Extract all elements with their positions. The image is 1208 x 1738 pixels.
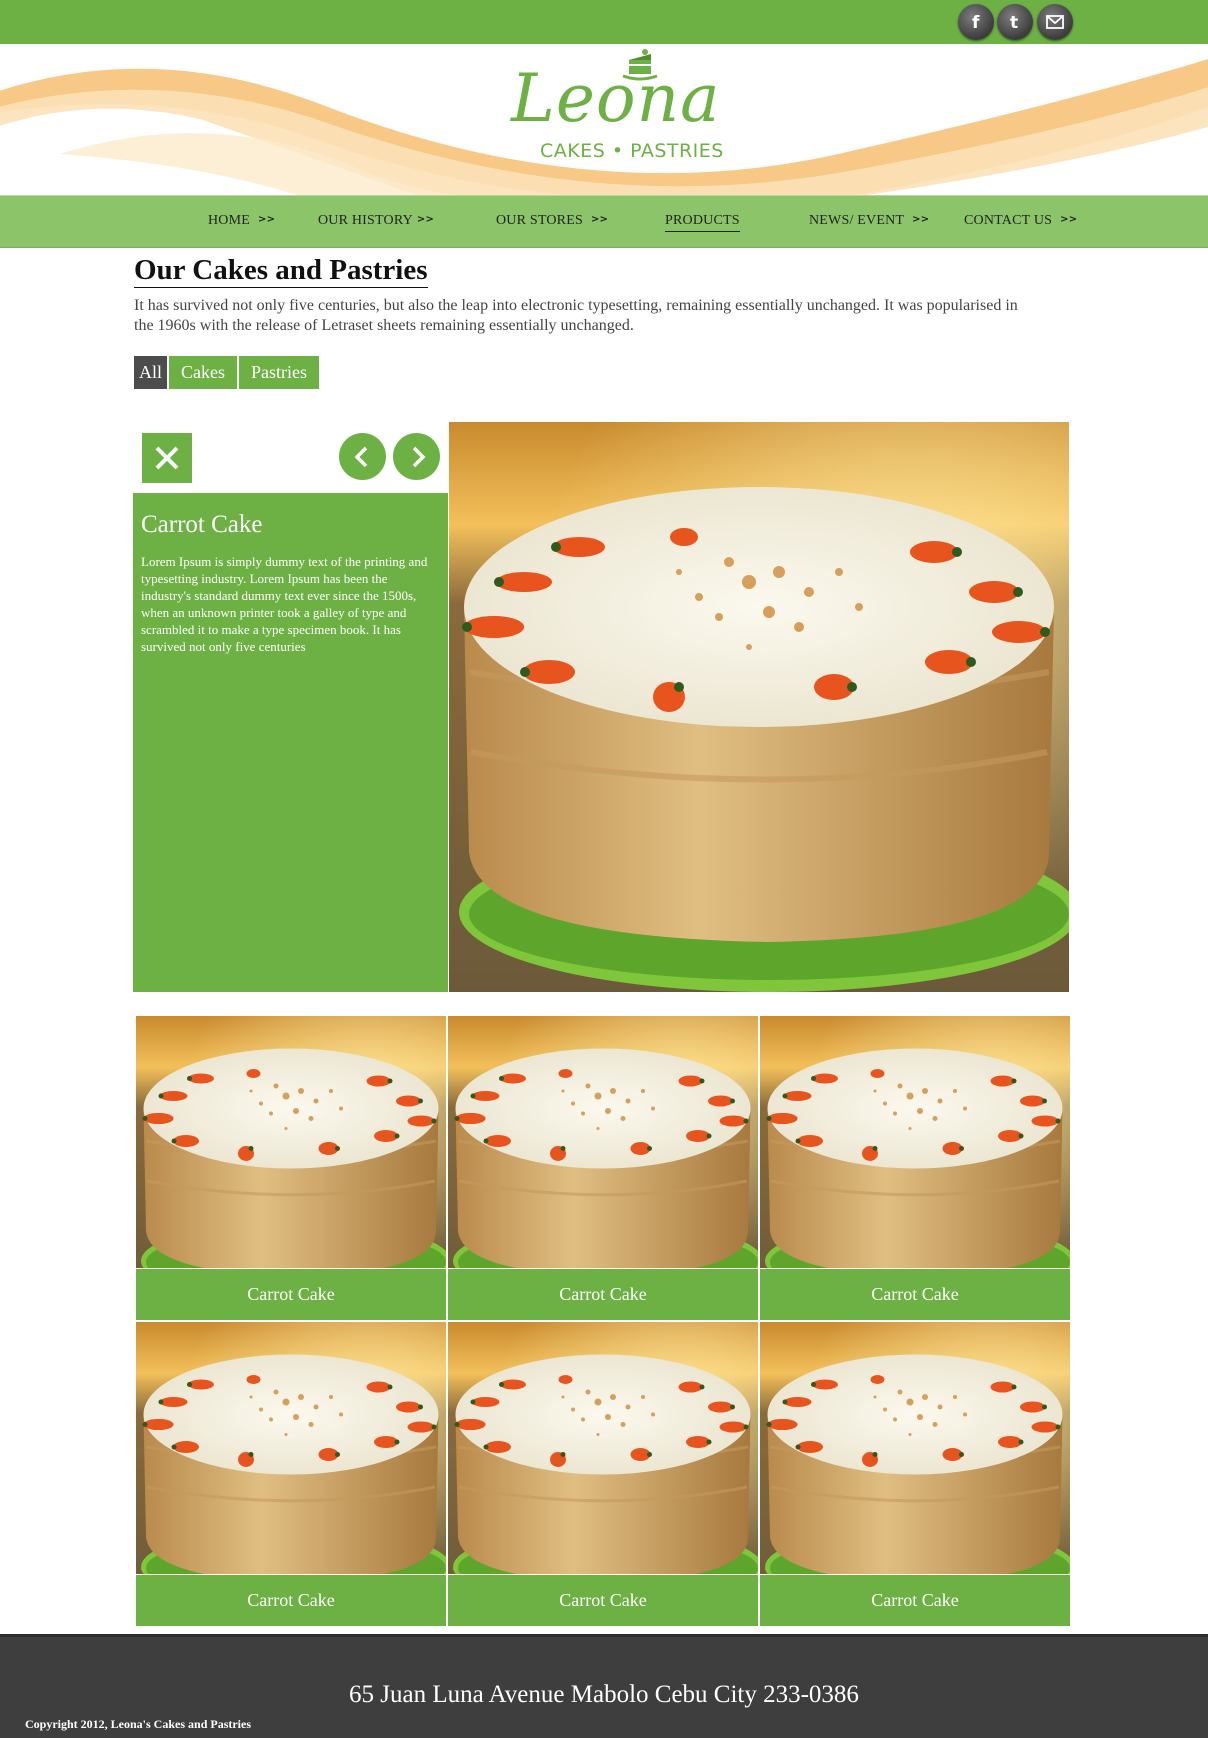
chevron-left-icon [354,446,367,467]
nav-products[interactable]: PRODUCTS [665,213,740,232]
nav-home[interactable]: HOME >> [208,213,275,229]
mail-icon[interactable] [1037,4,1073,40]
top-bar: f t [0,0,1208,44]
product-grid: Carrot Cake Carrot Cake Carrot Cake Carr… [136,1016,1071,1626]
product-image [448,1016,758,1268]
product-caption: Carrot Cake [448,1575,758,1626]
product-image [136,1322,446,1574]
product-image [760,1322,1070,1574]
product-caption: Carrot Cake [760,1269,1070,1320]
product-card[interactable]: Carrot Cake [760,1322,1070,1626]
intro-text: It has survived not only five centuries,… [134,297,1018,334]
svg-text:f: f [972,13,980,33]
feature-title: Carrot Cake [141,511,263,538]
product-card[interactable]: Carrot Cake [136,1322,446,1626]
footer-address: 65 Juan Luna Avenue Mabolo Cebu City 233… [349,1681,859,1708]
product-caption: Carrot Cake [760,1575,1070,1626]
page-title: Our Cakes and Pastries [134,254,428,288]
site-footer: 65 Juan Luna Avenue Mabolo Cebu City 233… [0,1634,1208,1738]
feature-description: Lorem Ipsum is simply dummy text of the … [141,554,428,654]
filter-all[interactable]: All [134,356,168,389]
product-card[interactable]: Carrot Cake [136,1016,446,1320]
filter-cakes[interactable]: Cakes [169,356,238,389]
brand-name: Leona [511,60,721,137]
product-card[interactable]: Carrot Cake [760,1016,1070,1320]
category-filters: All Cakes Pastries [134,356,320,389]
nav-our-stores[interactable]: OUR STORES >> [496,213,608,229]
brand-logo[interactable]: Leona CAKES • PASTRIES [505,48,745,178]
chevron-right-icon [412,446,425,467]
product-image [136,1016,446,1268]
close-button[interactable] [142,433,192,483]
product-card[interactable]: Carrot Cake [448,1016,758,1320]
twitter-icon[interactable]: t [997,4,1033,40]
close-icon [155,446,179,470]
product-caption: Carrot Cake [136,1269,446,1320]
filter-pastries[interactable]: Pastries [239,356,320,389]
feature-info-panel: Carrot Cake Lorem Ipsum is simply dummy … [133,493,448,992]
site-header: Leona CAKES • PASTRIES [0,44,1208,195]
brand-tagline: CAKES • PASTRIES [540,140,724,162]
facebook-icon[interactable]: f [958,4,994,40]
nav-our-history[interactable]: OUR HISTORY >> [318,213,434,229]
product-image [760,1016,1070,1268]
product-card[interactable]: Carrot Cake [448,1322,758,1626]
product-caption: Carrot Cake [448,1269,758,1320]
product-caption: Carrot Cake [136,1575,446,1626]
footer-copyright: Copyright 2012, Leona's Cakes and Pastri… [25,1717,252,1731]
next-button[interactable] [393,433,440,480]
nav-contact-us[interactable]: CONTACT US >> [964,213,1077,229]
svg-text:t: t [1010,13,1018,33]
prev-button[interactable] [339,433,386,480]
product-image [448,1322,758,1574]
main-nav: HOME >> OUR HISTORY >> OUR STORES >> PRODUC… [0,195,1208,248]
feature-image [449,422,1069,992]
nav-news-event[interactable]: NEWS/ EVENT >> [809,213,929,229]
